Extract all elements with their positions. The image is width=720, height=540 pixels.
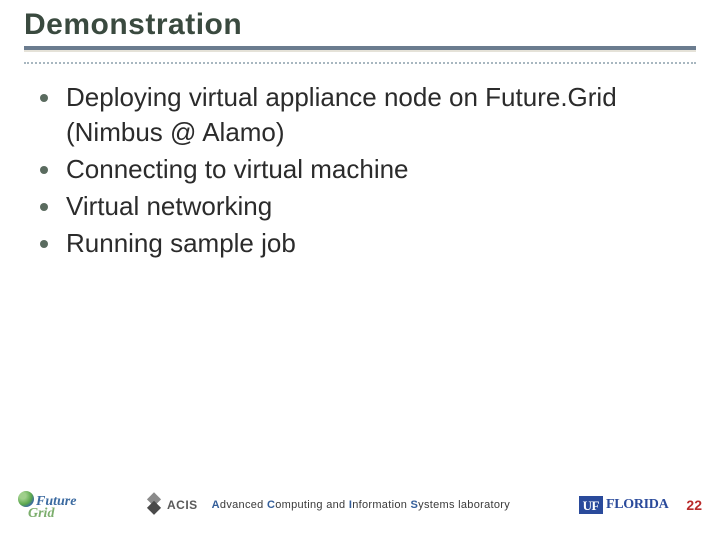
lab-part: dvanced bbox=[220, 499, 267, 511]
list-item: Virtual networking bbox=[40, 189, 692, 224]
lab-part: omputing and bbox=[275, 499, 349, 511]
futuregrid-text1: Future bbox=[36, 494, 76, 509]
bullet-icon bbox=[40, 94, 48, 102]
acis-text: ACIS bbox=[167, 498, 198, 512]
body-content: Deploying virtual appliance node on Futu… bbox=[0, 64, 720, 261]
bullet-text: Deploying virtual appliance node on Futu… bbox=[66, 80, 692, 150]
lab-initial: C bbox=[267, 499, 275, 511]
acis-logo: ACIS bbox=[145, 496, 198, 514]
futuregrid-line1: Future bbox=[18, 491, 76, 508]
slide: Demonstration Deploying virtual applianc… bbox=[0, 0, 720, 540]
bullet-text: Connecting to virtual machine bbox=[66, 152, 409, 187]
lab-part: nformation bbox=[352, 499, 410, 511]
list-item: Connecting to virtual machine bbox=[40, 152, 692, 187]
bullet-icon bbox=[40, 240, 48, 248]
globe-icon bbox=[18, 491, 34, 507]
title-underline bbox=[24, 46, 696, 50]
lab-initial: S bbox=[411, 499, 419, 511]
footer-right: UF FLORIDA 22 bbox=[579, 496, 702, 514]
uf-text: FLORIDA bbox=[606, 497, 668, 513]
list-item: Running sample job bbox=[40, 226, 692, 261]
footer: Future Grid ACIS Advanced Computing and … bbox=[0, 480, 720, 530]
footer-left: Future Grid bbox=[18, 491, 76, 520]
lab-name: Advanced Computing and Information Syste… bbox=[212, 499, 510, 511]
bullet-icon bbox=[40, 166, 48, 174]
title-area: Demonstration bbox=[0, 0, 720, 42]
lab-part: ystems laboratory bbox=[418, 499, 510, 511]
page-number: 22 bbox=[686, 497, 702, 513]
futuregrid-logo: Future Grid bbox=[18, 491, 76, 520]
bullet-text: Virtual networking bbox=[66, 189, 272, 224]
list-item: Deploying virtual appliance node on Futu… bbox=[40, 80, 692, 150]
bullet-icon bbox=[40, 203, 48, 211]
uf-logo: UF FLORIDA bbox=[579, 496, 669, 514]
slide-title: Demonstration bbox=[24, 8, 720, 42]
lab-initial: A bbox=[212, 499, 220, 511]
futuregrid-line2: Grid bbox=[28, 508, 54, 520]
footer-center: ACIS Advanced Computing and Information … bbox=[145, 496, 510, 514]
uf-badge: UF bbox=[579, 496, 603, 514]
bullet-text: Running sample job bbox=[66, 226, 296, 261]
cube-icon bbox=[141, 492, 166, 517]
